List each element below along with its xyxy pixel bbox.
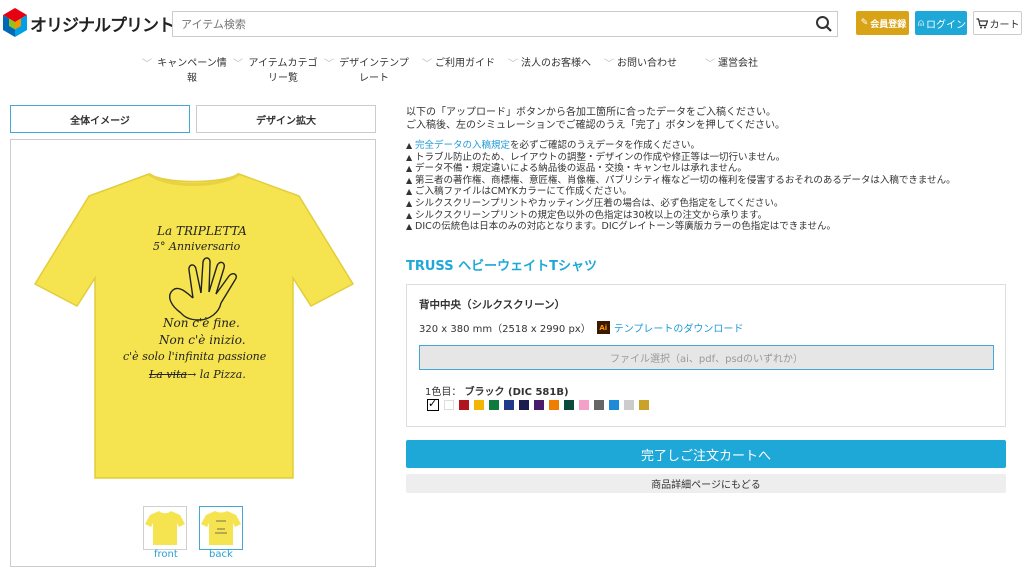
color-swatch[interactable] — [564, 400, 574, 410]
tshirt-preview: La TRIPLETTA 5° Anniversario Non c'è fin… — [10, 139, 376, 567]
chevron-down-icon: ﹀ — [142, 59, 152, 70]
site-header: オリジナルプリント.jp ✎ 会員登録 ⍝ ログイン カート ﹀キャンペーン情報… — [0, 0, 1024, 100]
notice-row: ▲ シルクスクリーンプリントの規定色以外の色指定は30枚以上の注文から承ります。 — [406, 209, 768, 221]
rules-link[interactable]: 完全データの入稿規定 — [415, 140, 510, 151]
logo-text: オリジナルプリント.jp — [30, 15, 196, 36]
upload-panel: 背中中央（シルクスクリーン） 320 x 380 mm（2518 x 2990 … — [406, 284, 1006, 427]
print-line-3: Non c'è fine. — [163, 316, 240, 330]
color-swatch[interactable] — [444, 400, 454, 410]
login-button[interactable]: ⍝ ログイン — [915, 11, 967, 35]
color-swatch[interactable] — [594, 400, 604, 410]
chevron-down-icon: ﹀ — [422, 59, 432, 70]
thumbnail-back[interactable] — [199, 506, 243, 550]
warning-icon: ▲ — [406, 164, 413, 174]
cart-icon — [976, 17, 988, 28]
tshirt-front-thumb-icon — [145, 511, 185, 545]
warning-icon: ▲ — [406, 141, 413, 150]
search-bar — [172, 11, 838, 37]
file-select-button[interactable]: ファイル選択（ai、pdf、psdのいずれか） — [419, 345, 994, 370]
color-swatch[interactable] — [474, 400, 484, 410]
complete-order-button[interactable]: 完了しご注文カートへ — [406, 440, 1006, 468]
warning-icon: ▲ — [406, 198, 413, 208]
color-swatch[interactable] — [489, 400, 499, 410]
warning-icon: ▲ — [406, 222, 413, 232]
notice-row: ▲ 完全データの入稿規定を必ずご確認のうえデータを作成ください。 — [406, 140, 701, 151]
member-register-button[interactable]: ✎ 会員登録 — [856, 11, 909, 35]
print-line-1: La TRIPLETTA — [157, 224, 247, 238]
search-input[interactable] — [173, 12, 803, 36]
ink-color-label: 1色目： ブラック (DIC 581B) — [425, 387, 569, 398]
print-area-size: 320 x 380 mm（2518 x 2990 px） Ai テンプレートのダ… — [419, 320, 743, 335]
chevron-down-icon: ﹀ — [233, 59, 243, 70]
nav-item-corporate[interactable]: ﹀ 法人のお客様へ — [504, 56, 595, 96]
thumbnail-front[interactable] — [143, 506, 187, 550]
color-swatch[interactable] — [534, 400, 544, 410]
tshirt-back-thumb-icon — [201, 511, 241, 545]
nav-item-guide[interactable]: ﹀ ご利用ガイド — [413, 56, 504, 96]
cart-button[interactable]: カート — [973, 11, 1022, 35]
notice-row: ▲ シルクスクリーンプリントやカッティング圧着の場合は、必ず色指定をしてください。 — [406, 197, 784, 209]
illustrator-icon: Ai — [596, 321, 610, 334]
print-area-title: 背中中央（シルクスクリーン） — [419, 299, 566, 311]
site-logo[interactable]: オリジナルプリント.jp — [2, 6, 196, 40]
back-to-product-button[interactable]: 商品詳細ページにもどる — [406, 474, 1006, 493]
print-line-6: La vita — [149, 368, 188, 381]
chevron-down-icon: ﹀ — [324, 59, 334, 70]
upload-instructions: 以下の「アップロード」ボタンから各加工箇所に合ったデータをご入稿ください。 ご入… — [406, 107, 785, 131]
ink-color-swatches — [427, 397, 654, 411]
template-download-link[interactable]: テンプレートのダウンロード — [614, 320, 744, 335]
upload-notices: ▲ 完全データの入稿規定を必ずご確認のうえデータを作成ください。 ▲ トラブル防止の… — [406, 140, 956, 233]
color-swatch[interactable] — [519, 400, 529, 410]
color-swatch[interactable] — [549, 400, 559, 410]
user-icon: ⍝ — [918, 17, 924, 29]
color-swatch[interactable] — [579, 400, 589, 410]
warning-icon: ▲ — [406, 175, 413, 185]
nav-item-campaign[interactable]: ﹀ キャンペーン情報 — [140, 56, 231, 96]
color-swatch[interactable] — [504, 400, 514, 410]
tab-design-zoom[interactable]: デザイン拡大 — [196, 105, 376, 133]
notice-row: ▲ DICの伝統色は日本のみの対応となります。DICグレイトーン等廣版カラーの色指… — [406, 221, 837, 233]
color-swatch[interactable] — [624, 400, 634, 410]
notice-row: ▲ データ不備・規定違いによる納品後の返品・交換・キャンセルは承れません。 — [406, 163, 747, 175]
chevron-down-icon: ﹀ — [705, 59, 715, 70]
color-swatch[interactable] — [459, 400, 469, 410]
color-swatch[interactable] — [427, 397, 439, 411]
thumbnail-back-label[interactable]: back — [209, 549, 233, 560]
logo-cube-icon — [3, 8, 27, 37]
main-nav: ﹀ キャンペーン情報 ﹀ アイテムカテゴリー覧 ﹀ デザインテンプレート ﹀ ご利用ガイ… — [140, 56, 880, 96]
print-line-2: 5° Anniversario — [153, 240, 241, 253]
nav-item-templates[interactable]: ﹀ デザインテンプレート — [322, 56, 413, 96]
print-line-7: → la Pizza. — [187, 368, 246, 381]
notice-row: ▲ ご入稿ファイルはCMYKカラーにて作成ください。 — [406, 186, 632, 198]
nav-item-contact[interactable]: ﹀ お問い合わせ — [595, 56, 686, 96]
chevron-down-icon: ﹀ — [604, 59, 614, 70]
tab-overall-image[interactable]: 全体イメージ — [10, 105, 190, 133]
color-swatch[interactable] — [609, 400, 619, 410]
nav-item-categories[interactable]: ﹀ アイテムカテゴリー覧 — [231, 56, 322, 96]
warning-icon: ▲ — [406, 152, 413, 162]
product-title: TRUSS ヘビーウェイトTシャツ — [406, 259, 597, 274]
notice-row: ▲ トラブル防止のため、レイアウトの調整・デザインの作成や修正等は一切行いません。 — [406, 151, 786, 163]
thumbnail-front-label[interactable]: front — [154, 549, 178, 560]
nav-item-company[interactable]: ﹀ 運営会社 — [686, 56, 777, 96]
print-line-5: c'è solo l'infinita passione — [123, 350, 267, 363]
warning-icon: ▲ — [406, 187, 413, 197]
notice-row: ▲ 第三者の著作権、商標権、意匠権、肖像権、パブリシティ権など一切の権利を侵害する… — [406, 174, 956, 186]
color-swatch[interactable] — [639, 400, 649, 410]
chevron-down-icon: ﹀ — [508, 59, 518, 70]
warning-icon: ▲ — [406, 210, 413, 220]
print-line-4: Non c'è inizio. — [159, 333, 246, 347]
pencil-icon: ✎ — [860, 18, 869, 28]
search-icon[interactable] — [815, 15, 833, 33]
